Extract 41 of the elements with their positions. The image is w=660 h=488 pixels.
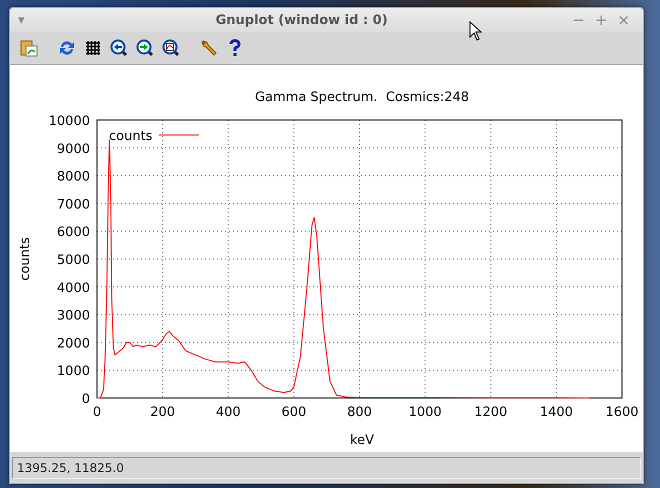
y-axis-label: counts [18,237,33,281]
status-text: 1395.25, 11825.0 [12,456,641,478]
y-tick-label: 10000 [48,114,90,129]
next-zoom-tool-button[interactable] [134,37,156,59]
legend-label: counts [109,129,152,144]
autoscale-tool-button[interactable] [160,37,182,59]
magnifier-icon [162,39,180,57]
x-tick-label: 400 [216,405,241,420]
x-tick-label: 1600 [605,405,639,420]
x-tick-label: 600 [281,405,306,420]
y-tick-label: 8000 [56,170,90,185]
y-tick-label: 7000 [56,197,90,212]
help-icon [228,39,242,57]
minimize-button[interactable]: − [567,11,590,29]
y-tick-label: 9000 [56,142,90,157]
previous-zoom-tool-button[interactable] [108,37,130,59]
x-tick-label: 1400 [540,405,573,420]
x-tick-label: 1000 [408,405,442,420]
refresh-icon [58,39,76,57]
y-tick-label: 2000 [56,336,90,352]
window-title: Gnuplot (window id : 0) [214,12,389,28]
y-tick-label: 6000 [56,225,90,240]
chart-title: Gamma Spectrum. Cosmics:248 [254,90,470,105]
x-tick-label: 800 [347,405,372,420]
grid-icon [85,40,101,56]
window-menu-glyph[interactable]: ▾ [18,12,36,28]
x-tick-label: 0 [92,405,102,420]
y-tick-label: 1000 [56,364,90,380]
legend-line [158,134,200,136]
clipboard-icon [20,39,38,57]
close-button[interactable]: × [612,11,635,29]
x-tick-label: 1200 [474,405,508,420]
maximize-button[interactable]: + [590,11,612,29]
y-tick-label: 0 [82,392,90,407]
wrench-icon [200,39,218,57]
y-tick-label: 3000 [56,308,90,324]
x-axis-label: keV [350,433,374,448]
y-tick-label: 5000 [56,253,90,268]
mouse-cursor-icon [469,21,483,41]
y-tick-label: 4000 [56,280,90,296]
x-tick-label: 200 [150,405,176,420]
